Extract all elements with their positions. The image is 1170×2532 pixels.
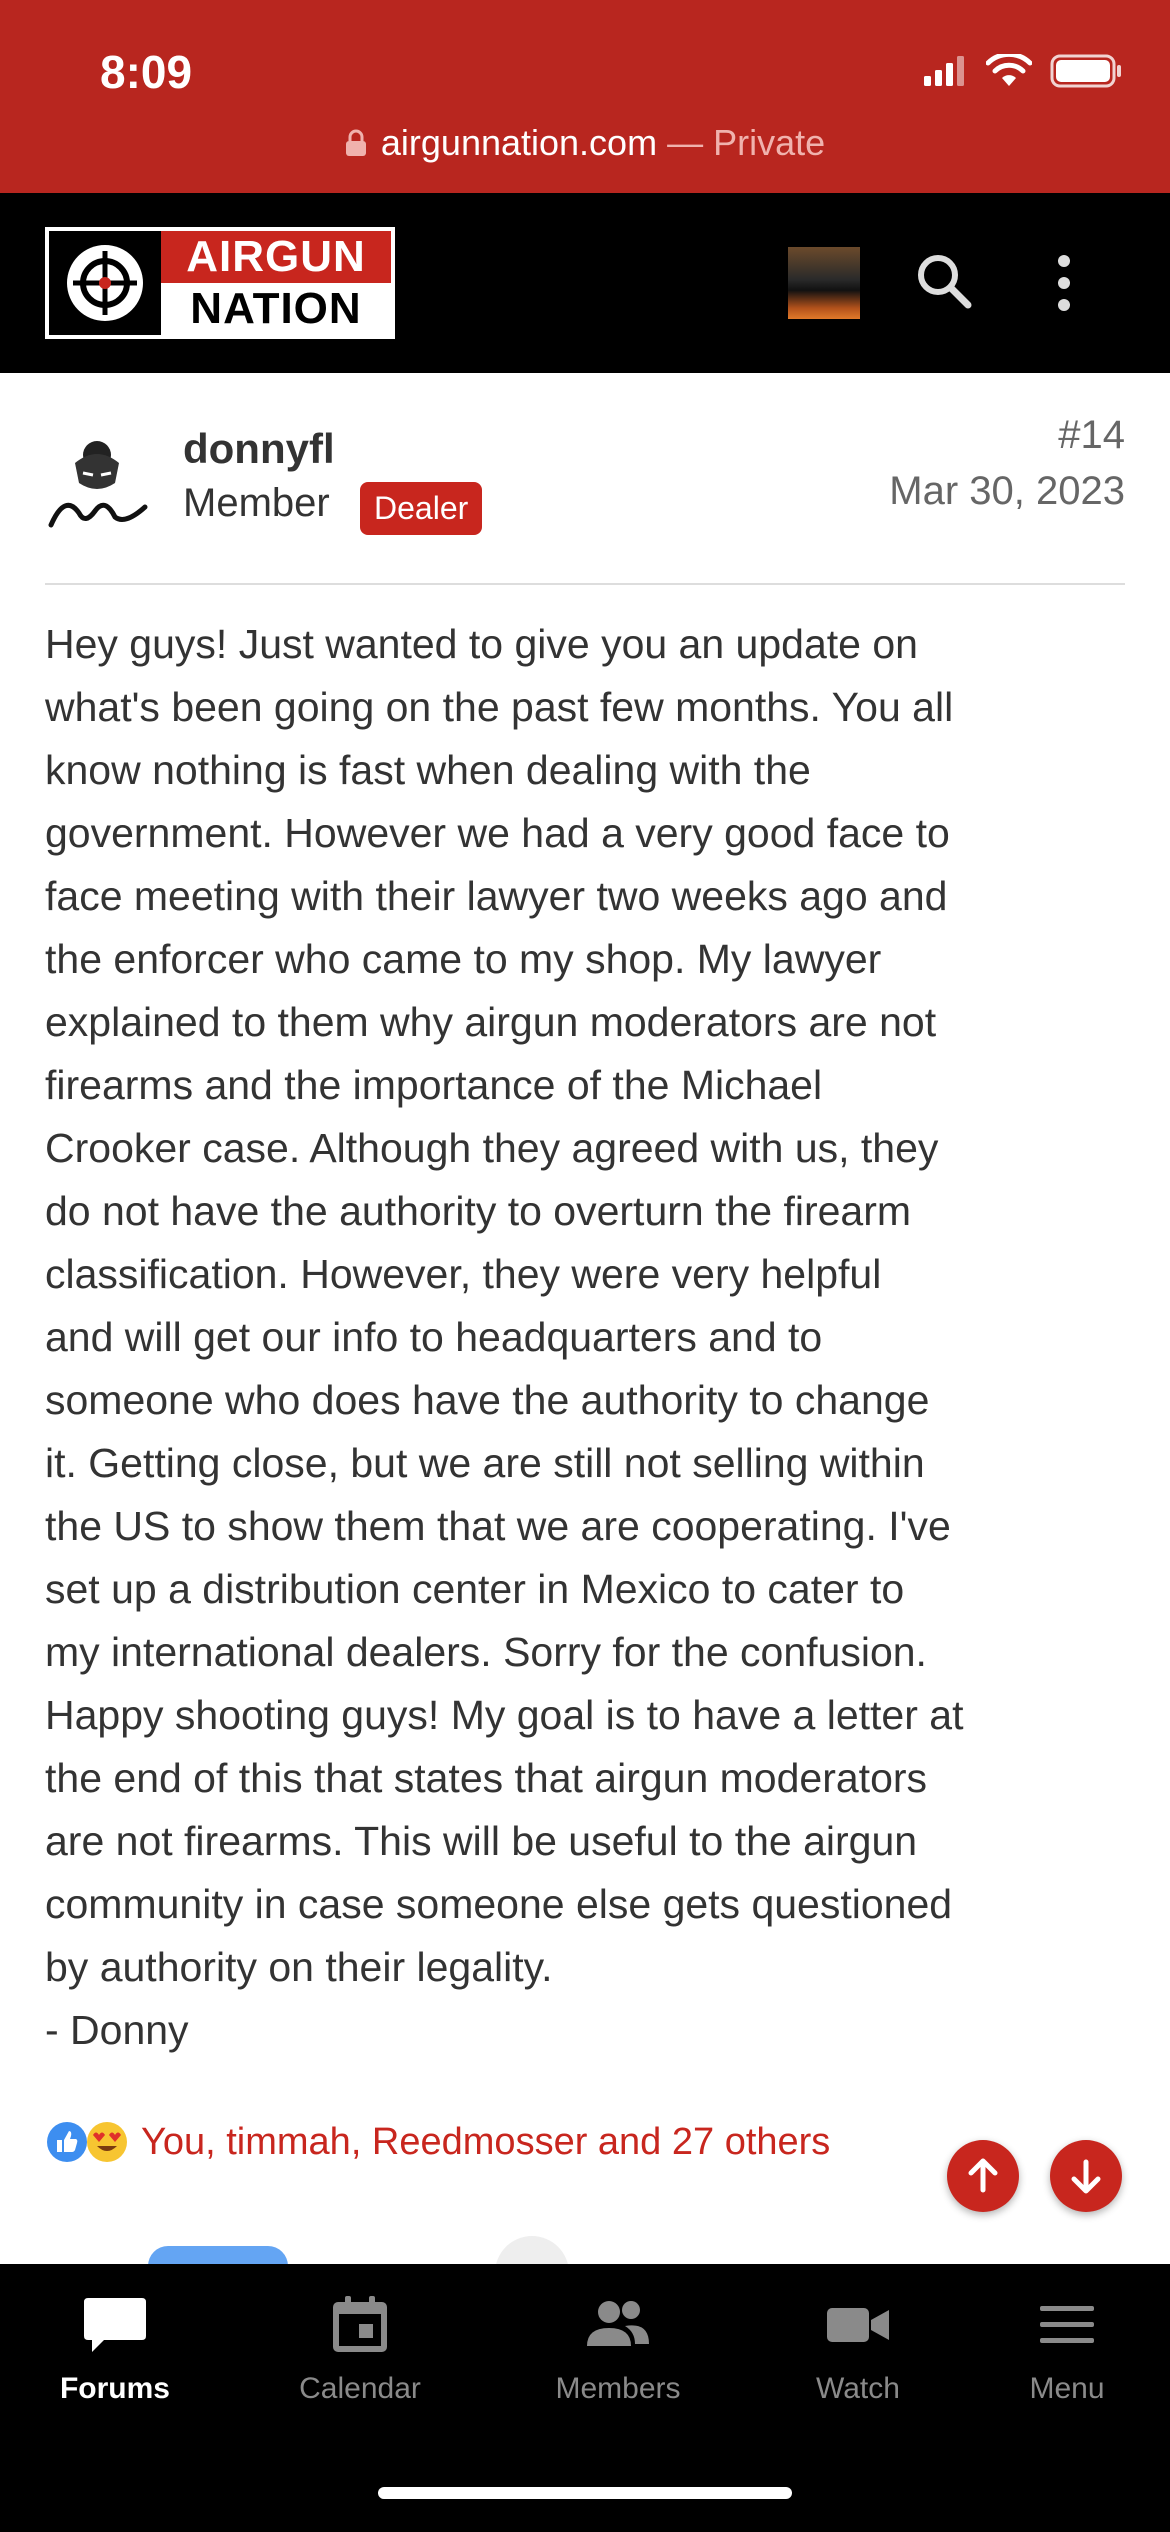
url-domain: airgunnation.com xyxy=(380,122,658,163)
members-icon xyxy=(587,2301,649,2346)
status-bar: 8:09 airgunnation.com — Private xyxy=(0,0,1170,193)
tab-forums[interactable]: Forums xyxy=(15,2294,215,2406)
logo-line1: AIRGUN xyxy=(161,231,391,283)
calendar-icon xyxy=(333,2296,387,2352)
lock-icon xyxy=(345,129,366,156)
post-date[interactable]: Mar 30, 2023 xyxy=(889,469,1125,514)
post-number[interactable]: #14 xyxy=(1058,413,1125,458)
divider xyxy=(45,583,1125,585)
post-user-role: Member xyxy=(183,481,330,525)
avatar[interactable] xyxy=(45,433,150,533)
arrow-down-icon xyxy=(1071,2159,1101,2194)
post-username[interactable]: donnyfl xyxy=(183,425,335,473)
wifi-icon xyxy=(986,54,1032,86)
arrow-up-icon xyxy=(968,2158,998,2193)
scroll-down-button[interactable] xyxy=(1050,2140,1122,2212)
tab-watch-label: Watch xyxy=(816,2372,900,2405)
chat-bubble-icon xyxy=(84,2298,146,2352)
url-private-label: — Private xyxy=(657,122,826,163)
tab-menu-label: Menu xyxy=(1029,2372,1105,2405)
logo-line2: NATION xyxy=(161,283,391,335)
more-vertical-icon[interactable] xyxy=(1050,251,1078,315)
site-logo[interactable]: AIRGUN NATION xyxy=(45,227,395,339)
user-avatar-thumbnail[interactable] xyxy=(788,247,860,319)
cellular-signal-icon xyxy=(924,56,964,86)
battery-icon xyxy=(1050,54,1121,88)
dealer-badge: Dealer xyxy=(360,482,483,535)
bottom-tab-bar: Forums Calendar Members Watch Menu xyxy=(0,2264,1170,2532)
tab-forums-label: Forums xyxy=(59,2372,170,2405)
post-body: Hey guys! Just wanted to give you an upd… xyxy=(45,621,964,2053)
tab-calendar[interactable]: Calendar xyxy=(260,2294,460,2406)
tab-members[interactable]: Members xyxy=(518,2294,718,2406)
site-header: AIRGUN NATION xyxy=(0,193,1170,373)
scroll-up-button[interactable] xyxy=(947,2140,1019,2212)
reactions-summary[interactable]: You, timmah, Reedmosser and 27 others xyxy=(45,2120,830,2164)
like-reaction-icon xyxy=(47,2122,87,2162)
tab-calendar-label: Calendar xyxy=(299,2372,421,2405)
home-indicator[interactable] xyxy=(378,2487,792,2499)
hamburger-icon xyxy=(1040,2306,1094,2343)
browser-url-bar[interactable]: airgunnation.com — Private xyxy=(0,122,1170,164)
video-camera-icon xyxy=(827,2308,889,2342)
status-time: 8:09 xyxy=(100,46,193,98)
system-icons xyxy=(924,54,1122,88)
love-reaction-icon xyxy=(87,2122,127,2162)
tab-menu[interactable]: Menu xyxy=(967,2294,1167,2406)
reactions-text: You, timmah, Reedmosser and 27 others xyxy=(141,2120,831,2163)
search-icon[interactable] xyxy=(914,251,974,311)
tab-watch[interactable]: Watch xyxy=(758,2294,958,2406)
crosshair-logo-icon xyxy=(49,231,161,335)
tab-members-label: Members xyxy=(555,2372,681,2405)
